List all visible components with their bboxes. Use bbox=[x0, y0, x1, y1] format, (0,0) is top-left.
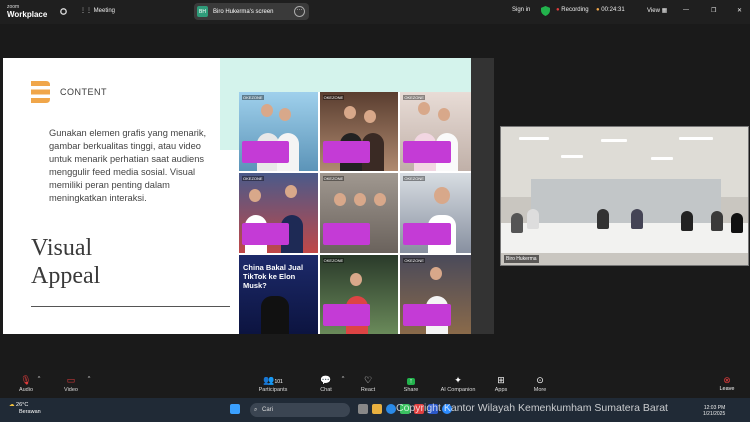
slide-edge-panel bbox=[471, 58, 494, 334]
leave-button[interactable]: ⊗ Leave bbox=[714, 374, 740, 392]
post-tile: OKEZONE bbox=[319, 254, 399, 334]
presentation-slide: CONTENT Gunakan elemen grafis yang menar… bbox=[3, 58, 479, 334]
caption-box bbox=[403, 141, 451, 164]
audio-options-chevron-icon[interactable]: ^ bbox=[34, 376, 44, 382]
sparkle-icon: ✦ bbox=[454, 375, 462, 385]
tile-headline: China Bakal Jual TikTok ke Elon Musk? bbox=[243, 262, 304, 290]
meeting-timer: ● 00:24:31 bbox=[596, 7, 625, 13]
shared-screen: CONTENT Gunakan elemen grafis yang menar… bbox=[3, 58, 494, 334]
search-icon: ⌕ bbox=[254, 407, 258, 413]
minimize-icon[interactable]: — bbox=[683, 7, 689, 13]
more-icon: ⊙ bbox=[536, 375, 544, 385]
post-tile: OKEZONE bbox=[239, 173, 318, 253]
slide-title: Visual Appeal bbox=[31, 235, 101, 289]
screen-share-indicator[interactable]: BH Biro Hukerma's screen ··· bbox=[194, 3, 309, 20]
brand-logo-icon bbox=[31, 81, 50, 103]
post-tile: OKEZONE bbox=[400, 254, 479, 334]
share-icon: ↑ bbox=[407, 378, 415, 385]
slide-body-text: Gunakan elemen grafis yang menarik, gamb… bbox=[49, 128, 207, 203]
meeting-menu[interactable]: ⋮⋮ Meeting bbox=[80, 7, 115, 14]
copyright-watermark: Copyright Kantor Wilayah Kemenkumham Sum… bbox=[396, 402, 668, 414]
post-tile: China Bakal Jual TikTok ke Elon Musk? bbox=[239, 254, 318, 334]
post-tile: OKEZONE bbox=[239, 92, 318, 172]
taskview-icon[interactable] bbox=[358, 404, 368, 414]
heart-icon: ♡ bbox=[363, 375, 373, 385]
post-tile: OKEZONE bbox=[400, 92, 479, 172]
settings-icon[interactable] bbox=[59, 7, 68, 18]
view-menu[interactable]: View ▦ bbox=[647, 7, 667, 14]
close-icon[interactable]: ✕ bbox=[737, 7, 742, 14]
restore-icon[interactable]: ❐ bbox=[711, 7, 716, 14]
apps-grid-icon: ⋮⋮ bbox=[80, 8, 94, 14]
post-tile: OKEZONE bbox=[319, 173, 399, 253]
leave-icon: ⊗ bbox=[723, 375, 731, 385]
caption-box bbox=[242, 141, 290, 164]
shield-icon[interactable] bbox=[541, 6, 550, 18]
participant-video[interactable]: Biro Hukerma bbox=[500, 126, 749, 266]
share-label: Biro Hukerma's screen bbox=[213, 8, 274, 15]
participant-name: Biro Hukerma bbox=[504, 255, 539, 263]
post-tile: OKEZONE bbox=[319, 92, 399, 172]
participants-button[interactable]: 👥101 Participants bbox=[253, 374, 293, 393]
ai-companion-button[interactable]: ✦ AI Companion bbox=[436, 374, 480, 393]
caption-box bbox=[322, 304, 370, 326]
slide-heading: CONTENT bbox=[60, 87, 107, 97]
apps-icon: ⊞ bbox=[497, 375, 505, 385]
more-options-icon[interactable]: ··· bbox=[294, 6, 305, 17]
avatar: BH bbox=[197, 6, 208, 17]
share-button[interactable]: ↑ Share bbox=[391, 374, 431, 393]
start-icon[interactable] bbox=[230, 404, 240, 414]
meeting-toolbar: 🎙 Audio ^ ▭ Video ^ 👥101 Participants 💬 … bbox=[0, 370, 750, 398]
system-clock[interactable]: 12:03 PM 1/21/2025 bbox=[703, 405, 725, 417]
caption-box bbox=[403, 304, 451, 326]
chat-options-chevron-icon[interactable]: ^ bbox=[338, 376, 348, 382]
title-bar: zoom Workplace ⋮⋮ Meeting BH Biro Hukerm… bbox=[0, 0, 750, 24]
react-button[interactable]: ♡ React bbox=[348, 374, 388, 393]
post-tile: OKEZONE bbox=[400, 173, 479, 253]
weather-icon: ☁ bbox=[9, 402, 15, 408]
signin-link[interactable]: Sign in bbox=[512, 7, 530, 13]
divider bbox=[31, 306, 230, 307]
browser-icon[interactable] bbox=[386, 404, 396, 414]
taskbar-search[interactable]: ⌕ Cari bbox=[250, 403, 350, 417]
post-grid: OKEZONE OKEZONE OKEZONE OKEZONE OKEZONE … bbox=[239, 92, 479, 334]
file-explorer-icon[interactable] bbox=[372, 404, 382, 414]
recording-indicator[interactable]: ● Recording bbox=[556, 7, 589, 13]
weather-widget[interactable]: ☁ 26°C Berawan bbox=[9, 402, 41, 416]
apps-button[interactable]: ⊞ Apps bbox=[481, 374, 521, 393]
zoom-logo: zoom Workplace bbox=[7, 4, 48, 19]
caption-box bbox=[322, 141, 370, 164]
more-button[interactable]: ⊙ More bbox=[520, 374, 560, 393]
caption-box bbox=[242, 222, 290, 245]
caption-box bbox=[322, 222, 370, 245]
grid-icon: ▦ bbox=[661, 8, 668, 14]
caption-box bbox=[403, 222, 451, 245]
participants-icon: 👥101 bbox=[263, 375, 283, 385]
video-options-chevron-icon[interactable]: ^ bbox=[84, 376, 94, 382]
